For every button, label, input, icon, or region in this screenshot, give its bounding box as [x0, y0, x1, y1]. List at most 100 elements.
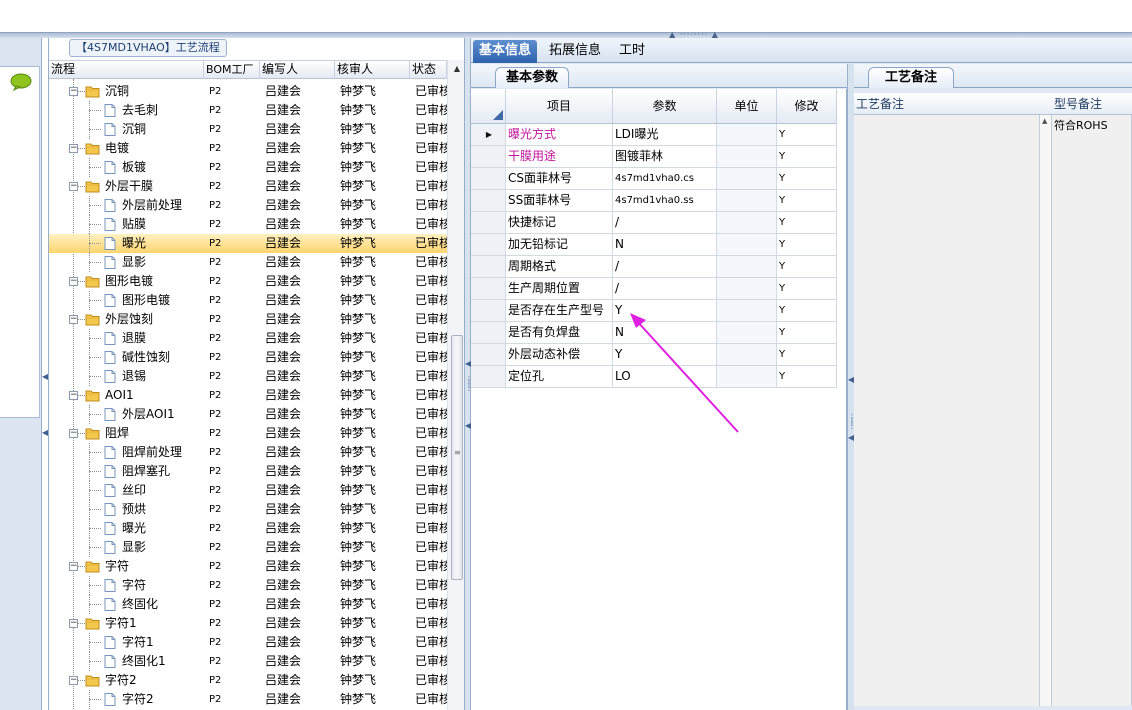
- remarks-splitter[interactable]: ◀ ⋮ ⋮ ⋮ ◀: [847, 64, 856, 710]
- param-value-cell[interactable]: N: [613, 234, 717, 256]
- tree-row[interactable]: 丝印 P2 吕建会 钟梦飞 已审核: [49, 481, 447, 500]
- column-header-status[interactable]: 状态: [410, 61, 447, 79]
- param-value-cell[interactable]: /: [613, 212, 717, 234]
- row-selector[interactable]: [471, 234, 506, 256]
- tree-row[interactable]: 曝光 P2 吕建会 钟梦飞 已审核: [49, 519, 447, 538]
- column-header-reviewer[interactable]: 核审人: [335, 61, 410, 79]
- tree-row[interactable]: 显影 P2 吕建会 钟梦飞 已审核: [49, 538, 447, 557]
- tree-header: 流程 BOM工厂 编写人 核审人 状态: [49, 60, 465, 79]
- tree-row[interactable]: 终固化 P2 吕建会 钟梦飞 已审核: [49, 595, 447, 614]
- collapse-node-icon[interactable]: −: [69, 182, 78, 191]
- column-header-bom[interactable]: BOM工厂: [204, 61, 260, 79]
- tree-row[interactable]: 终固化1 P2 吕建会 钟梦飞 已审核: [49, 652, 447, 671]
- tree-row[interactable]: − 阻焊 P2 吕建会 钟梦飞 已审核: [49, 424, 447, 443]
- chat-bubble-icon[interactable]: [10, 73, 32, 91]
- tree-row[interactable]: − 电镀 P2 吕建会 钟梦飞 已审核: [49, 139, 447, 158]
- param-value-cell[interactable]: /: [613, 256, 717, 278]
- tree-row[interactable]: − 外层干膜 P2 吕建会 钟梦飞 已审核: [49, 177, 447, 196]
- column-header-flow[interactable]: 流程: [49, 61, 204, 79]
- column-header-author[interactable]: 编写人: [260, 61, 335, 79]
- process-remark-scrollbar[interactable]: ▲: [1040, 115, 1052, 706]
- param-value-cell[interactable]: LDI曝光: [613, 124, 717, 146]
- main-splitter[interactable]: ◀ ⋮ ⋮ ⋮ ◀: [464, 38, 473, 710]
- tree-row[interactable]: 显影 P2 吕建会 钟梦飞 已审核: [49, 253, 447, 272]
- row-selector[interactable]: [471, 278, 506, 300]
- tree-row[interactable]: 贴膜 P2 吕建会 钟梦飞 已审核: [49, 215, 447, 234]
- collapse-node-icon[interactable]: −: [69, 277, 78, 286]
- tree-row[interactable]: 去毛刺 P2 吕建会 钟梦飞 已审核: [49, 101, 447, 120]
- row-selector[interactable]: [471, 190, 506, 212]
- param-row[interactable]: 周期格式 / Y: [471, 256, 847, 278]
- tree-row[interactable]: − AOI1 P2 吕建会 钟梦飞 已审核: [49, 386, 447, 405]
- tree-row[interactable]: 碱性蚀刻 P2 吕建会 钟梦飞 已审核: [49, 348, 447, 367]
- collapse-node-icon[interactable]: −: [69, 619, 78, 628]
- collapse-node-icon[interactable]: −: [69, 315, 78, 324]
- collapse-node-icon[interactable]: −: [69, 429, 78, 438]
- subtab-process-remarks[interactable]: 工艺备注: [868, 67, 954, 88]
- tab-work-hours[interactable]: 工时: [613, 40, 651, 63]
- column-header-value[interactable]: 参数: [613, 89, 717, 124]
- column-header-modify[interactable]: 修改: [777, 89, 837, 124]
- param-row[interactable]: 干膜用途 图镀菲林 Y: [471, 146, 847, 168]
- status-cell: 已审核: [415, 103, 447, 117]
- tab-basic-info[interactable]: 基本信息: [473, 40, 538, 63]
- scroll-up-icon[interactable]: ▲: [450, 62, 464, 76]
- tree-row[interactable]: − 字符1 P2 吕建会 钟梦飞 已审核: [49, 614, 447, 633]
- tree-row[interactable]: − 外层蚀刻 P2 吕建会 钟梦飞 已审核: [49, 310, 447, 329]
- current-row-arrow-icon[interactable]: ▶: [471, 124, 506, 146]
- collapse-node-icon[interactable]: −: [69, 144, 78, 153]
- tree-row[interactable]: 板镀 P2 吕建会 钟梦飞 已审核: [49, 158, 447, 177]
- tree-row[interactable]: − 字符 P2 吕建会 钟梦飞 已审核: [49, 557, 447, 576]
- tree-row[interactable]: 预烘 P2 吕建会 钟梦飞 已审核: [49, 500, 447, 519]
- tree-row[interactable]: 外层AOI1 P2 吕建会 钟梦飞 已审核: [49, 405, 447, 424]
- column-header-unit[interactable]: 单位: [717, 89, 777, 124]
- column-header-item[interactable]: 项目: [506, 89, 613, 124]
- column-header-model-remark[interactable]: 型号备注: [1052, 93, 1132, 115]
- tree-row[interactable]: 退膜 P2 吕建会 钟梦飞 已审核: [49, 329, 447, 348]
- param-row[interactable]: SS面菲林号 4s7md1vha0.ss Y: [471, 190, 847, 212]
- collapse-node-icon[interactable]: −: [69, 391, 78, 400]
- tree-row[interactable]: 阻焊塞孔 P2 吕建会 钟梦飞 已审核: [49, 462, 447, 481]
- tree-row[interactable]: 曝光 P2 吕建会 钟梦飞 已审核: [49, 234, 447, 253]
- tree-row[interactable]: 字符2 P2 吕建会 钟梦飞 已审核: [49, 690, 447, 709]
- param-value-cell[interactable]: 4s7md1vha0.ss: [613, 190, 717, 212]
- tab-extended-info[interactable]: 拓展信息: [543, 40, 607, 63]
- collapse-node-icon[interactable]: −: [69, 87, 78, 96]
- param-value-cell[interactable]: 4s7md1vha0.cs: [613, 168, 717, 190]
- subtab-basic-params[interactable]: 基本参数: [495, 67, 570, 88]
- process-remark-textbox[interactable]: [854, 115, 1040, 706]
- scroll-up-icon[interactable]: ▲: [1042, 117, 1047, 125]
- param-value-cell[interactable]: 图镀菲林: [613, 146, 717, 168]
- tree-row[interactable]: − 图形电镀 P2 吕建会 钟梦飞 已审核: [49, 272, 447, 291]
- param-row[interactable]: 加无铅标记 N Y: [471, 234, 847, 256]
- row-selector[interactable]: [471, 300, 506, 322]
- row-selector[interactable]: [471, 168, 506, 190]
- tree-row[interactable]: 阻焊前处理 P2 吕建会 钟梦飞 已审核: [49, 443, 447, 462]
- param-row[interactable]: CS面菲林号 4s7md1vha0.cs Y: [471, 168, 847, 190]
- tree-row[interactable]: 退锡 P2 吕建会 钟梦飞 已审核: [49, 367, 447, 386]
- collapse-node-icon[interactable]: −: [69, 562, 78, 571]
- tree-scrollbar[interactable]: ▲ ≡: [447, 60, 465, 710]
- reviewer-cell: 钟梦飞: [340, 559, 377, 573]
- tree-row[interactable]: 沉铜 P2 吕建会 钟梦飞 已审核: [49, 120, 447, 139]
- row-selector[interactable]: [471, 344, 506, 366]
- param-row[interactable]: 生产周期位置 / Y: [471, 278, 847, 300]
- param-value-cell[interactable]: /: [613, 278, 717, 300]
- column-header-process-remark[interactable]: 工艺备注: [854, 93, 1052, 115]
- row-selector[interactable]: [471, 322, 506, 344]
- tree-row[interactable]: 字符1 P2 吕建会 钟梦飞 已审核: [49, 633, 447, 652]
- collapse-node-icon[interactable]: −: [69, 676, 78, 685]
- row-selector[interactable]: [471, 366, 506, 388]
- row-selector[interactable]: [471, 212, 506, 234]
- param-row[interactable]: 快捷标记 / Y: [471, 212, 847, 234]
- model-remark-textbox[interactable]: 符合ROHS: [1052, 115, 1132, 706]
- scrollbar-thumb[interactable]: ≡: [451, 335, 463, 580]
- param-row[interactable]: ▶ 曝光方式 LDI曝光 Y: [471, 124, 847, 146]
- tree-row[interactable]: − 字符2 P2 吕建会 钟梦飞 已审核: [49, 671, 447, 690]
- row-selector[interactable]: [471, 256, 506, 278]
- tree-row[interactable]: 图形电镀 P2 吕建会 钟梦飞 已审核: [49, 291, 447, 310]
- tree-row[interactable]: 字符 P2 吕建会 钟梦飞 已审核: [49, 576, 447, 595]
- tree-row[interactable]: − 沉铜 P2 吕建会 钟梦飞 已审核: [49, 82, 447, 101]
- row-selector[interactable]: [471, 146, 506, 168]
- tree-row[interactable]: 外层前处理 P2 吕建会 钟梦飞 已审核: [49, 196, 447, 215]
